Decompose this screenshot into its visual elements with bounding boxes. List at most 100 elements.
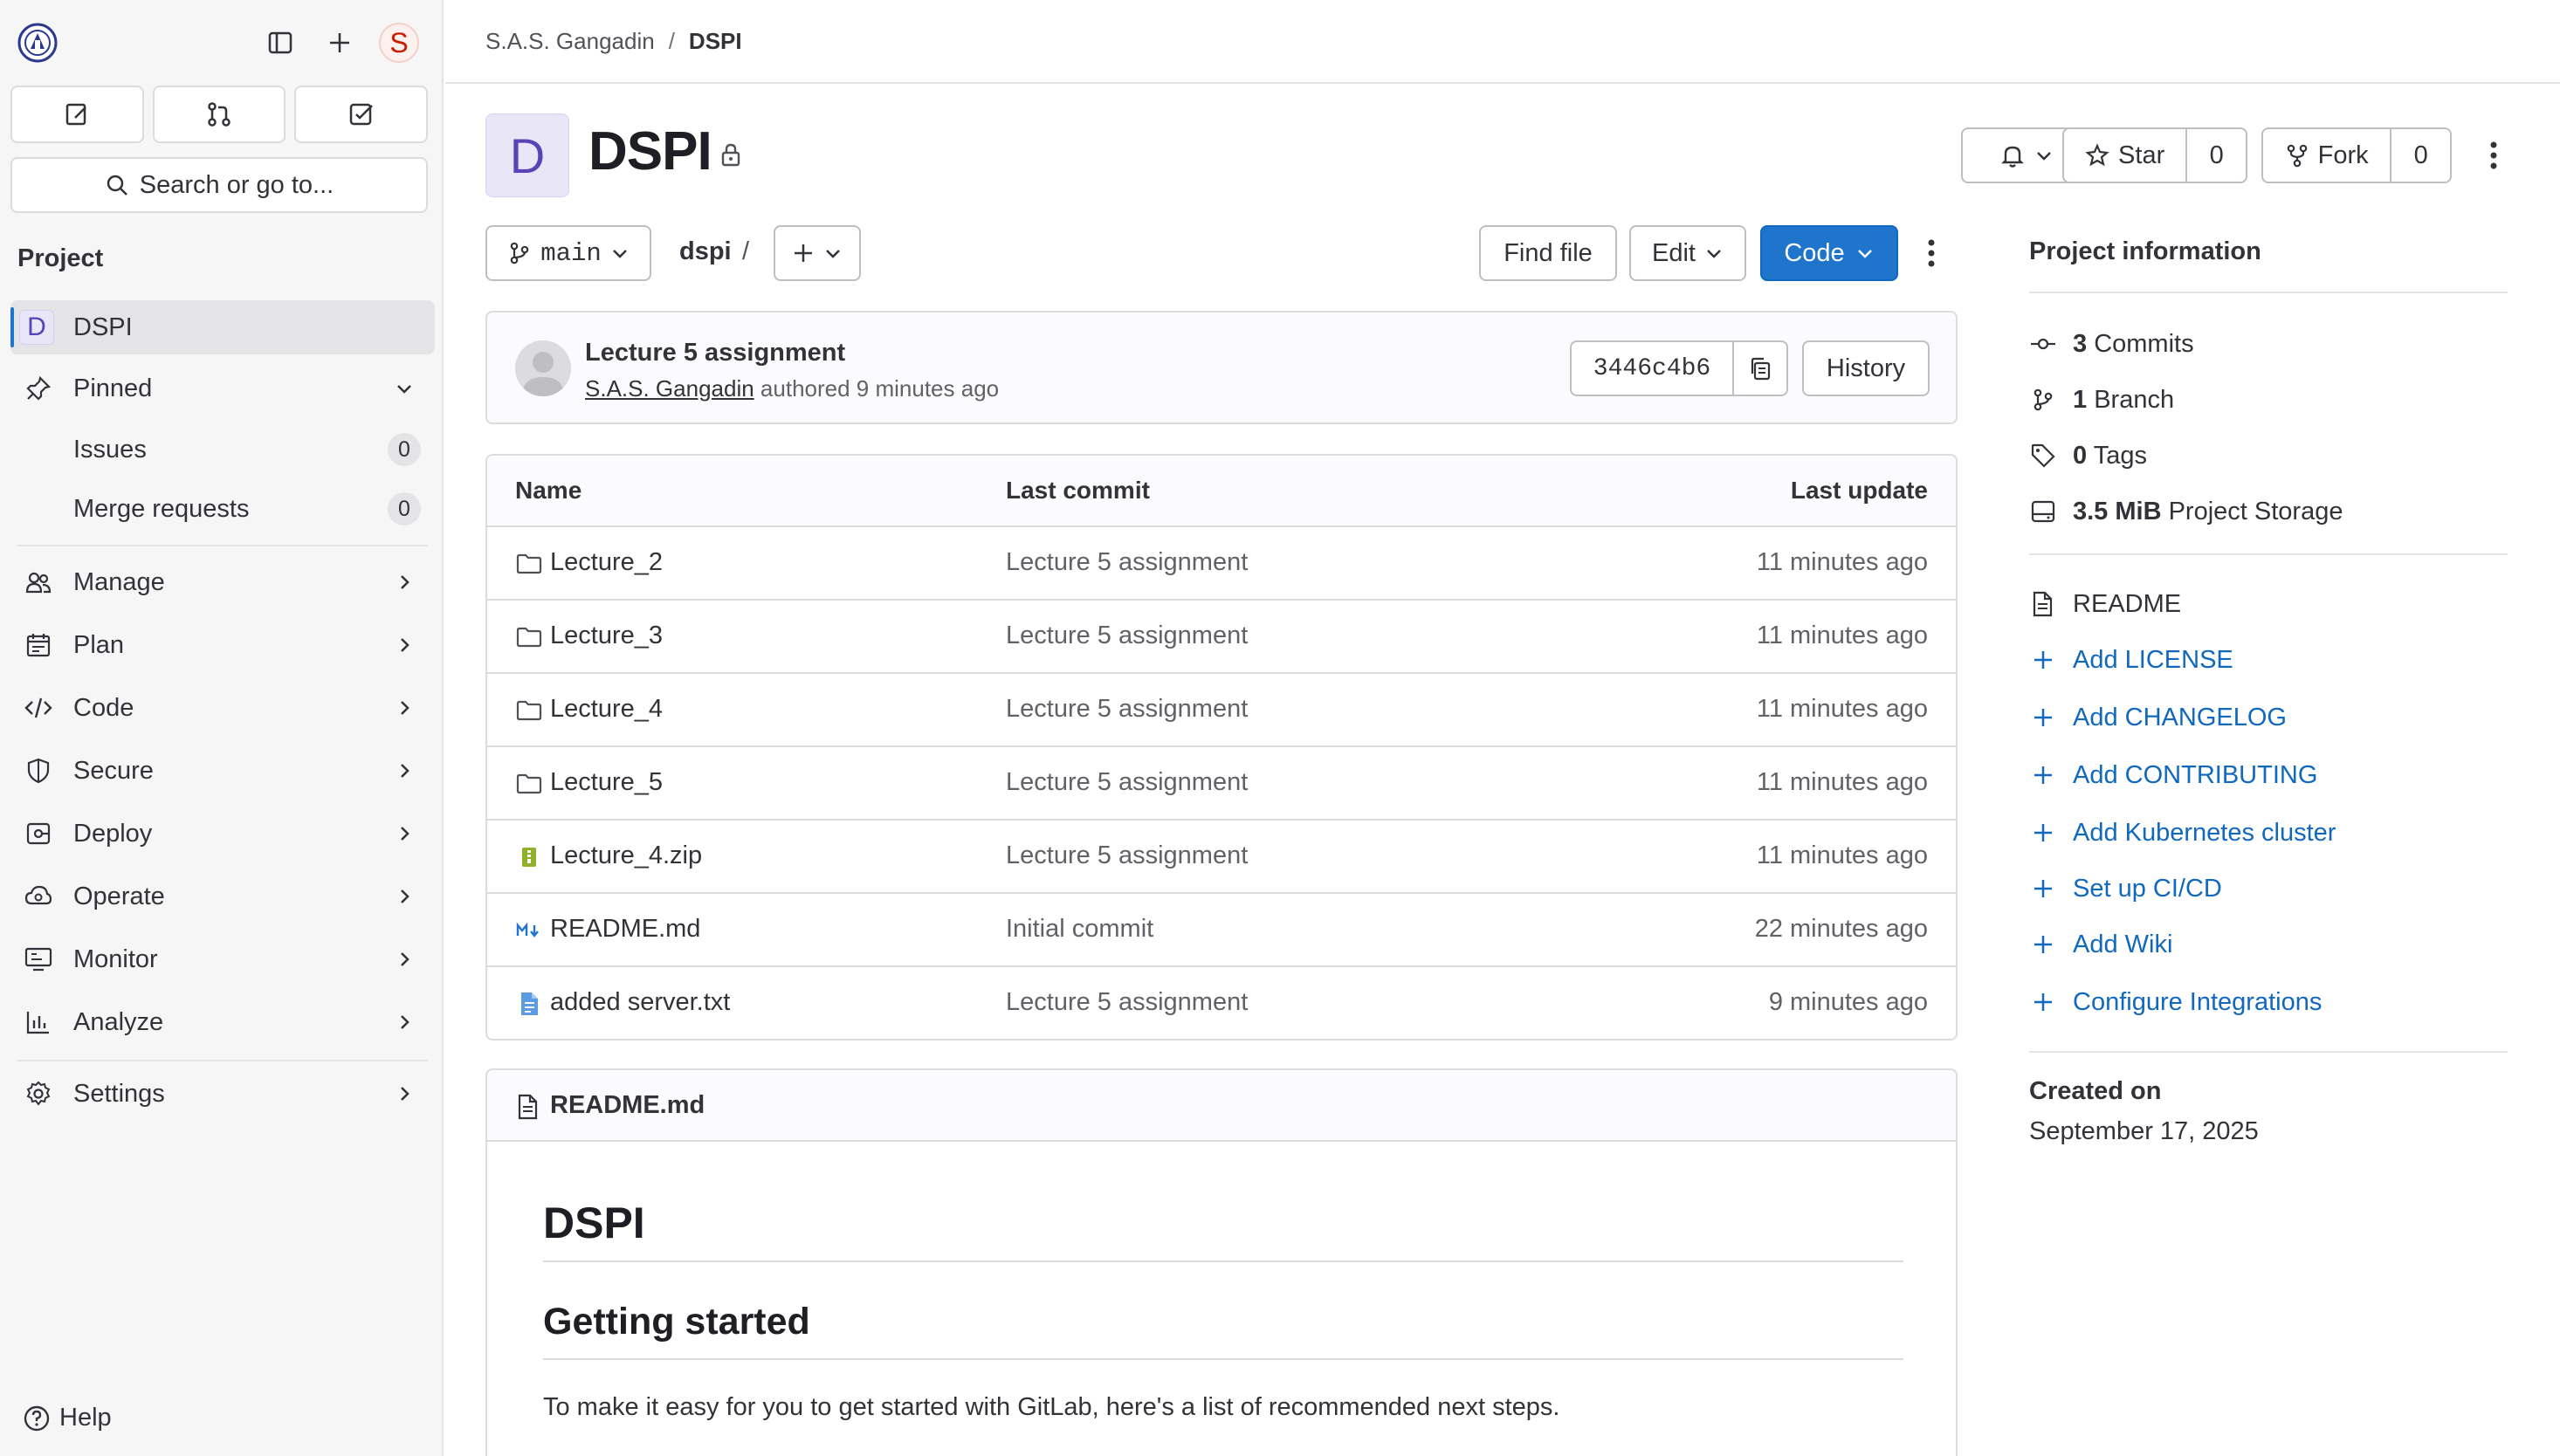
- find-file-label: Find file: [1504, 238, 1593, 267]
- toggle-sidebar-button[interactable]: [260, 23, 300, 63]
- merge-requests-button[interactable]: [152, 86, 286, 143]
- setup-ci-cd-link[interactable]: Set up CI/CD: [2029, 871, 2222, 906]
- repo-actions-kebab-button[interactable]: [1914, 225, 1949, 281]
- sidebar-item-label: Analyze: [73, 1007, 164, 1036]
- pin-icon: [24, 374, 52, 402]
- file-name-link[interactable]: Lecture_2: [550, 548, 663, 577]
- file-last-update: 11 minutes ago: [1756, 841, 1928, 869]
- column-header-last-commit: Last commit: [1006, 477, 1150, 504]
- tag-icon: [2029, 442, 2057, 470]
- sidebar-item-plan[interactable]: Plan: [10, 618, 435, 672]
- sidebar-item-operate[interactable]: Operate: [10, 869, 435, 924]
- file-name-link[interactable]: Lecture_4.zip: [550, 841, 702, 870]
- file-name-link[interactable]: Lecture_5: [550, 768, 663, 797]
- table-row[interactable]: Lecture_4 Lecture 5 assignment 11 minute…: [487, 674, 1956, 747]
- sidebar-item-deploy[interactable]: Deploy: [10, 807, 435, 861]
- help-button[interactable]: Help: [23, 1404, 112, 1432]
- chevron-right-icon: [393, 571, 416, 594]
- readme-filename-link[interactable]: README.md: [550, 1091, 705, 1120]
- table-row[interactable]: Lecture_4.zip Lecture 5 assignment 11 mi…: [487, 821, 1956, 894]
- plus-icon: [2029, 819, 2057, 847]
- breadcrumb: S.A.S. Gangadin / DSPI: [485, 28, 742, 55]
- file-last-commit-link[interactable]: Lecture 5 assignment: [1006, 695, 1248, 724]
- file-last-commit-link[interactable]: Lecture 5 assignment: [1006, 768, 1248, 797]
- copy-sha-button[interactable]: [1732, 342, 1786, 395]
- commit-author-avatar[interactable]: [515, 340, 571, 396]
- file-name-link[interactable]: Lecture_3: [550, 622, 663, 650]
- storage-icon: [2029, 498, 2057, 525]
- sidebar-item-code[interactable]: Code: [10, 681, 435, 735]
- find-file-button[interactable]: Find file: [1479, 225, 1617, 281]
- search-button[interactable]: Search or go to...: [10, 157, 428, 213]
- breadcrumb-project-link[interactable]: DSPI: [689, 28, 742, 55]
- edit-dropdown-button[interactable]: Edit: [1629, 225, 1746, 281]
- commits-count-link[interactable]: 3 Commits: [2029, 326, 2194, 361]
- chevron-down-icon: [393, 377, 416, 400]
- table-row[interactable]: Lecture_5 Lecture 5 assignment 11 minute…: [487, 747, 1956, 821]
- add-changelog-link[interactable]: Add CHANGELOG: [2029, 700, 2287, 735]
- add-license-link[interactable]: Add LICENSE: [2029, 642, 2233, 677]
- chart-icon: [24, 1008, 52, 1036]
- file-last-commit-link[interactable]: Lecture 5 assignment: [1006, 841, 1248, 870]
- code-dropdown-button[interactable]: Code: [1760, 225, 1898, 281]
- chevron-right-icon: [393, 1011, 416, 1034]
- lock-icon: [718, 141, 744, 168]
- chevron-right-icon: [393, 634, 416, 656]
- assigned-issues-button[interactable]: [10, 86, 144, 143]
- table-row[interactable]: added server.txt Lecture 5 assignment 9 …: [487, 967, 1956, 1039]
- repo-path-link[interactable]: dspi: [679, 237, 732, 266]
- create-new-button[interactable]: [320, 23, 360, 63]
- markdown-icon: [515, 917, 543, 944]
- file-name-link[interactable]: Lecture_4: [550, 695, 663, 724]
- storage-link[interactable]: 3.5 MiB Project Storage: [2029, 494, 2343, 529]
- history-button[interactable]: History: [1802, 340, 1930, 396]
- sidebar-item-settings[interactable]: Settings: [10, 1067, 435, 1121]
- todo-list-button[interactable]: [294, 86, 429, 143]
- commit-sha-button[interactable]: 3446c4b6: [1572, 342, 1732, 395]
- sidebar-item-merge-requests[interactable]: Merge requests 0: [10, 482, 435, 536]
- folder-icon: [515, 550, 543, 578]
- add-contributing-link[interactable]: Add CONTRIBUTING: [2029, 758, 2317, 793]
- sidebar-item-project[interactable]: D DSPI: [10, 300, 435, 354]
- project-avatar: D: [485, 113, 569, 197]
- action-label: Add LICENSE: [2073, 645, 2233, 674]
- file-last-commit-link[interactable]: Lecture 5 assignment: [1006, 988, 1248, 1017]
- add-to-tree-dropdown[interactable]: [774, 225, 861, 281]
- table-row[interactable]: Lecture_2 Lecture 5 assignment 11 minute…: [487, 527, 1956, 601]
- configure-integrations-link[interactable]: Configure Integrations: [2029, 985, 2322, 1020]
- table-row[interactable]: Lecture_3 Lecture 5 assignment 11 minute…: [487, 601, 1956, 674]
- sidebar-item-manage[interactable]: Manage: [10, 555, 435, 609]
- sidebar-item-secure[interactable]: Secure: [10, 744, 435, 798]
- sidebar-item-monitor[interactable]: Monitor: [10, 932, 435, 986]
- sidebar-item-pinned[interactable]: Pinned: [10, 361, 435, 416]
- user-avatar[interactable]: S: [379, 23, 419, 63]
- star-count[interactable]: 0: [2185, 129, 2246, 182]
- file-last-commit-link[interactable]: Lecture 5 assignment: [1006, 548, 1248, 577]
- file-name-link[interactable]: added server.txt: [550, 988, 730, 1017]
- chevron-right-icon: [393, 697, 416, 719]
- commit-title-link[interactable]: Lecture 5 assignment: [585, 339, 845, 367]
- file-last-commit-link[interactable]: Initial commit: [1006, 915, 1153, 944]
- file-last-update: 11 minutes ago: [1756, 622, 1928, 649]
- branch-icon: [2029, 386, 2057, 414]
- star-button[interactable]: Star: [2064, 129, 2185, 182]
- add-wiki-link[interactable]: Add Wiki: [2029, 927, 2172, 962]
- file-name-link[interactable]: README.md: [550, 915, 700, 944]
- breadcrumb-group-link[interactable]: S.A.S. Gangadin: [485, 28, 655, 55]
- readme-link[interactable]: README: [2029, 587, 2181, 622]
- users-icon: [24, 568, 52, 596]
- tags-count-link[interactable]: 0 Tags: [2029, 438, 2147, 473]
- commit-author-link[interactable]: S.A.S. Gangadin: [585, 375, 754, 402]
- sidebar-item-issues[interactable]: Issues 0: [10, 422, 435, 477]
- gitlab-logo-icon[interactable]: [17, 23, 58, 63]
- table-row[interactable]: README.md Initial commit 22 minutes ago: [487, 894, 1956, 967]
- sidebar-item-label: Issues: [73, 435, 147, 464]
- add-kubernetes-cluster-link[interactable]: Add Kubernetes cluster: [2029, 815, 2336, 850]
- branches-count-link[interactable]: 1 Branch: [2029, 382, 2174, 417]
- file-last-commit-link[interactable]: Lecture 5 assignment: [1006, 622, 1248, 650]
- sidebar-item-analyze[interactable]: Analyze: [10, 995, 435, 1049]
- fork-count[interactable]: 0: [2390, 129, 2450, 182]
- project-actions-kebab-button[interactable]: [2476, 127, 2511, 183]
- branch-selector[interactable]: main: [485, 225, 651, 281]
- fork-button[interactable]: Fork: [2263, 129, 2390, 182]
